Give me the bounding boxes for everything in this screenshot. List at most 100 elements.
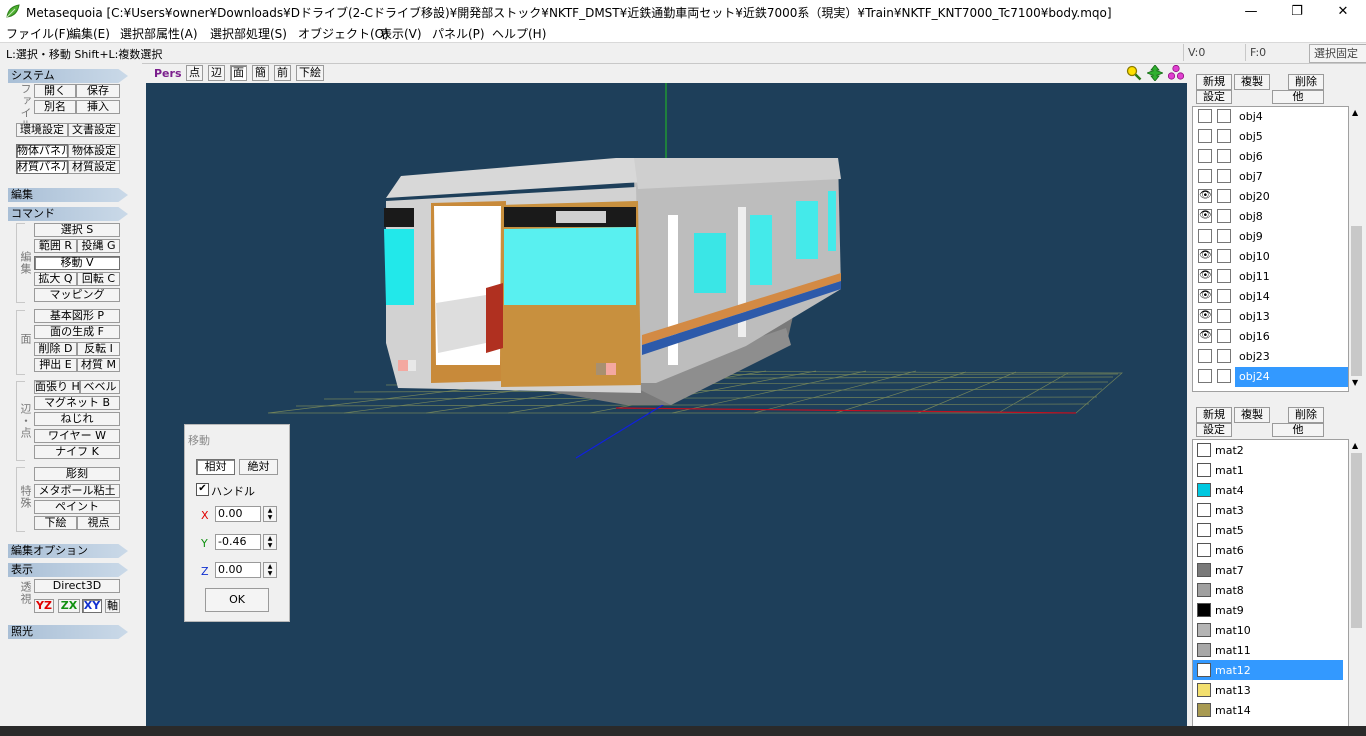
- eye-icon[interactable]: 👁: [1198, 209, 1212, 223]
- eye-icon[interactable]: 👁: [1198, 189, 1212, 203]
- z-value-field[interactable]: 0.00: [215, 562, 261, 578]
- y-spin-button[interactable]: ▲ ▼: [263, 534, 277, 550]
- material-new-button[interactable]: 新規: [1196, 407, 1232, 423]
- object-settings-button[interactable]: 設定: [1196, 90, 1232, 104]
- object-row[interactable]: 👁 obj13: [1193, 307, 1343, 327]
- open-button[interactable]: 開く: [34, 84, 76, 98]
- lock-toggle[interactable]: [1217, 249, 1231, 263]
- material-row[interactable]: mat12: [1193, 660, 1343, 680]
- yz-view-button[interactable]: YZ: [34, 599, 54, 613]
- viewpoint-tool-button[interactable]: 視点: [77, 516, 120, 530]
- visibility-toggle[interactable]: [1198, 169, 1212, 183]
- select-tool-button[interactable]: 選択 S: [34, 223, 120, 237]
- object-row[interactable]: obj6: [1193, 147, 1343, 167]
- lock-toggle[interactable]: [1217, 109, 1231, 123]
- lock-toggle[interactable]: [1217, 149, 1231, 163]
- material-tool-button[interactable]: 材質 M: [77, 358, 120, 372]
- underlay-tool-button[interactable]: 下絵: [34, 516, 77, 530]
- maximize-button[interactable]: ❐: [1274, 0, 1320, 23]
- save-button[interactable]: 保存: [76, 84, 120, 98]
- eye-icon[interactable]: 👁: [1198, 289, 1212, 303]
- insert-button[interactable]: 挿入: [76, 100, 120, 114]
- rotate-view-icon[interactable]: [1168, 65, 1184, 81]
- handle-checkbox[interactable]: ✔: [196, 483, 209, 496]
- scroll-thumb[interactable]: [1351, 226, 1362, 376]
- menu-view[interactable]: 表示(V): [380, 25, 422, 42]
- material-row[interactable]: mat4: [1193, 480, 1343, 500]
- material-other-button[interactable]: 他: [1272, 423, 1324, 437]
- edit-header[interactable]: 編集: [8, 188, 128, 202]
- eye-icon[interactable]: 👁: [1198, 249, 1212, 263]
- point-display-toggle[interactable]: 点: [186, 65, 203, 81]
- face-stretch-tool-button[interactable]: 面張り H: [34, 380, 80, 394]
- xy-view-button[interactable]: XY: [82, 599, 102, 613]
- scroll-up-icon[interactable]: ▲: [1352, 108, 1358, 117]
- menu-object[interactable]: オブジェクト(O): [298, 25, 389, 42]
- object-list[interactable]: obj4 obj5 obj6 obj7 👁 obj20 👁 obj8 obj9 👁 obj10 👁 ob…: [1192, 106, 1349, 392]
- material-settings-button[interactable]: 設定: [1196, 423, 1232, 437]
- menu-selection-process[interactable]: 選択部処理(S): [210, 25, 287, 42]
- front-display-toggle[interactable]: 前: [274, 65, 291, 81]
- material-row[interactable]: mat3: [1193, 500, 1343, 520]
- system-header[interactable]: システム: [8, 69, 128, 83]
- material-row[interactable]: mat2: [1193, 440, 1343, 460]
- menu-help[interactable]: ヘルプ(H): [492, 25, 546, 42]
- relative-toggle[interactable]: 相対: [196, 459, 235, 475]
- object-panel-toggle[interactable]: 物体パネル: [16, 144, 68, 158]
- mapping-tool-button[interactable]: マッピング: [34, 288, 120, 302]
- absolute-toggle[interactable]: 絶対: [239, 459, 278, 475]
- projection-mode[interactable]: Pers: [154, 67, 182, 80]
- lock-toggle[interactable]: [1217, 229, 1231, 243]
- paint-tool-button[interactable]: ペイント: [34, 500, 120, 514]
- material-list[interactable]: mat2 mat1 mat4 mat3 mat5 mat6 mat7 mat8 mat9 mat1…: [1192, 439, 1349, 736]
- material-list-scrollbar[interactable]: ▲: [1349, 439, 1364, 736]
- x-value-field[interactable]: 0.00: [215, 506, 261, 522]
- lock-toggle[interactable]: [1217, 369, 1231, 383]
- edit-options-header[interactable]: 編集オプション: [8, 544, 128, 558]
- underlay-display-toggle[interactable]: 下絵: [296, 65, 324, 81]
- lighting-header[interactable]: 照光: [8, 625, 128, 639]
- selection-lock-button[interactable]: 選択固定: [1309, 44, 1366, 63]
- axis-toggle-button[interactable]: 軸: [105, 599, 120, 613]
- eye-icon[interactable]: 👁: [1198, 329, 1212, 343]
- close-button[interactable]: ✕: [1320, 0, 1366, 23]
- lock-toggle[interactable]: [1217, 289, 1231, 303]
- object-row[interactable]: 👁 obj16: [1193, 327, 1343, 347]
- material-settings-button[interactable]: 材質設定: [68, 160, 120, 174]
- lock-toggle[interactable]: [1217, 329, 1231, 343]
- object-row[interactable]: 👁 obj10: [1193, 247, 1343, 267]
- object-settings-button[interactable]: 物体設定: [68, 144, 120, 158]
- object-row[interactable]: 👁 obj20: [1193, 187, 1343, 207]
- material-row[interactable]: mat10: [1193, 620, 1343, 640]
- visibility-toggle[interactable]: [1198, 369, 1212, 383]
- material-row[interactable]: mat14: [1193, 700, 1343, 720]
- scroll-down-icon[interactable]: ▼: [1352, 378, 1358, 387]
- material-row[interactable]: mat13: [1193, 680, 1343, 700]
- material-duplicate-button[interactable]: 複製: [1234, 407, 1270, 423]
- pan-icon[interactable]: [1147, 65, 1163, 81]
- object-row[interactable]: obj24: [1193, 367, 1348, 387]
- eye-icon[interactable]: 👁: [1198, 269, 1212, 283]
- lasso-tool-button[interactable]: 投縄 G: [77, 239, 120, 253]
- extrude-tool-button[interactable]: 押出 E: [34, 358, 77, 372]
- material-row[interactable]: mat6: [1193, 540, 1343, 560]
- scroll-thumb[interactable]: [1351, 453, 1362, 628]
- make-face-tool-button[interactable]: 面の生成 F: [34, 325, 120, 339]
- z-spin-button[interactable]: ▲ ▼: [263, 562, 277, 578]
- object-row[interactable]: 👁 obj11: [1193, 267, 1343, 287]
- zx-view-button[interactable]: ZX: [58, 599, 80, 613]
- material-row[interactable]: mat8: [1193, 580, 1343, 600]
- lock-toggle[interactable]: [1217, 169, 1231, 183]
- material-row[interactable]: mat5: [1193, 520, 1343, 540]
- primitive-tool-button[interactable]: 基本図形 P: [34, 309, 120, 323]
- rotate-tool-button[interactable]: 回転 C: [77, 272, 120, 286]
- menu-file[interactable]: ファイル(F): [6, 25, 70, 42]
- object-delete-button[interactable]: 削除: [1288, 74, 1324, 90]
- lock-toggle[interactable]: [1217, 189, 1231, 203]
- y-value-field[interactable]: -0.46: [215, 534, 261, 550]
- 3d-viewport[interactable]: [146, 83, 1187, 726]
- lock-toggle[interactable]: [1217, 269, 1231, 283]
- simple-display-toggle[interactable]: 簡: [252, 65, 269, 81]
- object-row[interactable]: obj4: [1193, 107, 1343, 127]
- object-row[interactable]: obj9: [1193, 227, 1343, 247]
